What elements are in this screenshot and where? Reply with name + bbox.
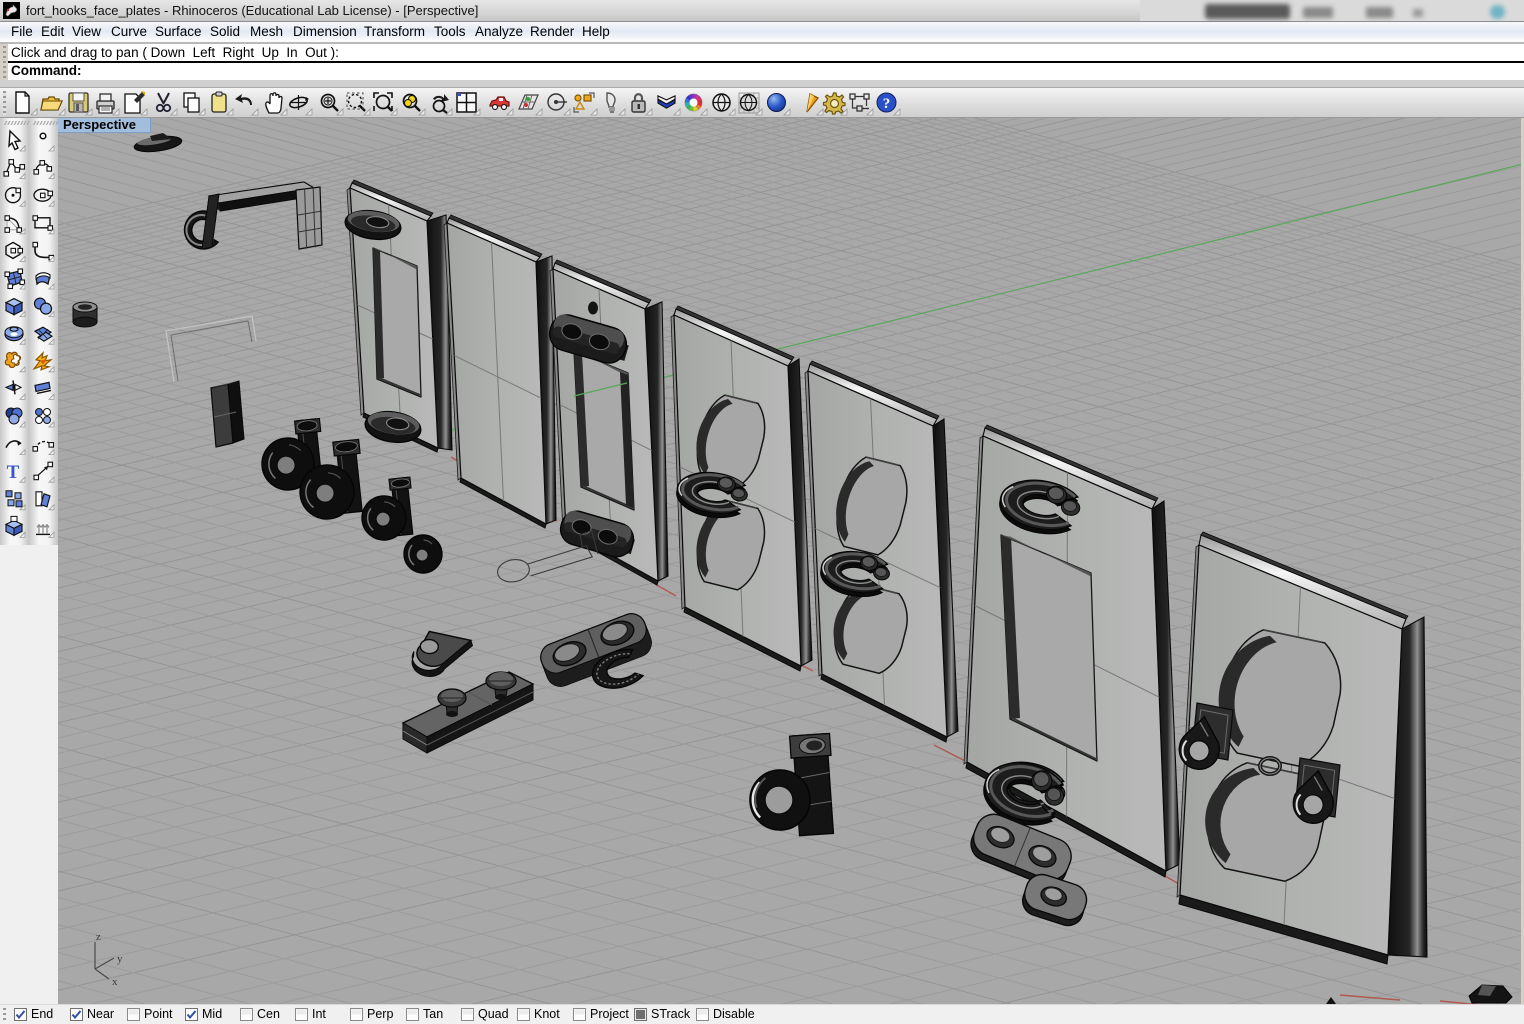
svg-text:y: y bbox=[117, 953, 123, 965]
svg-text:?: ? bbox=[883, 96, 891, 112]
svg-text:T: T bbox=[7, 462, 20, 483]
svg-text:z: z bbox=[96, 931, 101, 943]
svg-text:x: x bbox=[112, 976, 118, 988]
